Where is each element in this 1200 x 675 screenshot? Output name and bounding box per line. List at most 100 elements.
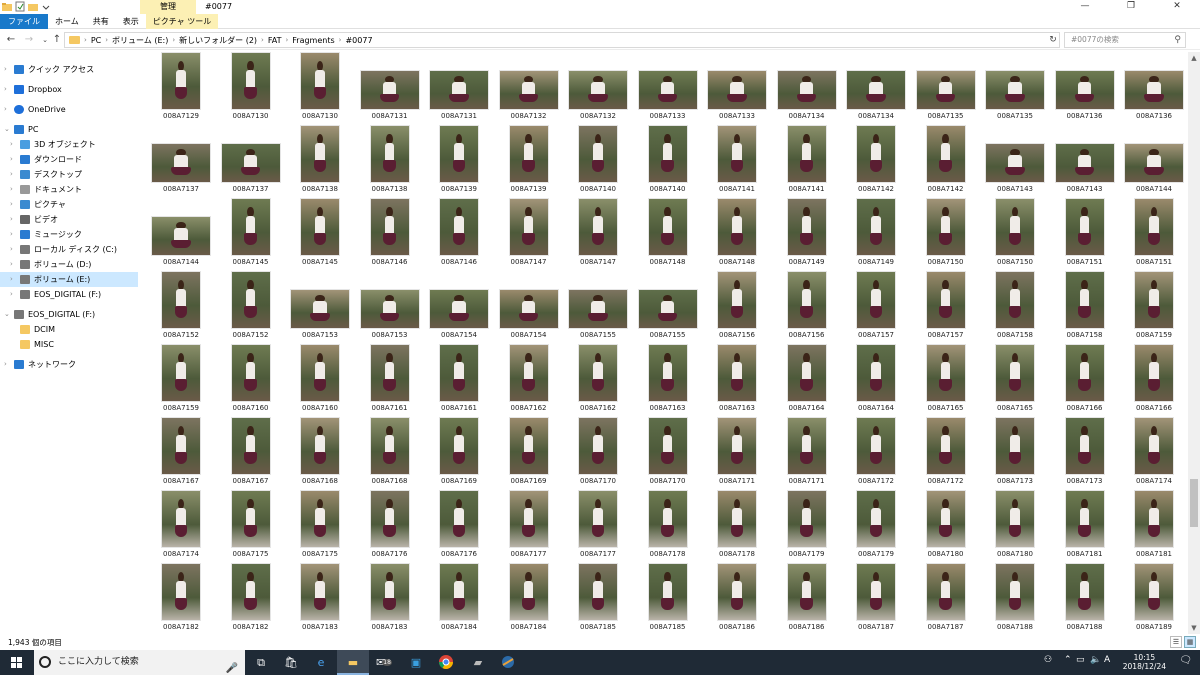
file-tile[interactable]: 008A7170	[636, 417, 700, 487]
chevron-right-icon[interactable]: ›	[10, 242, 13, 257]
file-tile[interactable]: 008A7187	[844, 563, 908, 633]
file-tile[interactable]: 008A7141	[775, 125, 839, 195]
refresh-icon[interactable]: ↻	[1046, 32, 1060, 48]
windows-start-icon[interactable]	[0, 650, 34, 675]
photo-app-icon[interactable]: ▰	[462, 650, 494, 675]
chevron-right-icon[interactable]: ›	[10, 152, 13, 167]
file-tile[interactable]: 008A7167	[219, 417, 283, 487]
breadcrumb-fat[interactable]: FAT	[268, 36, 282, 45]
file-tile[interactable]: 008A7137	[219, 125, 283, 195]
file-tile[interactable]: 008A7155	[636, 271, 700, 341]
breadcrumb-new-folder[interactable]: 新しいフォルダー (2)	[179, 35, 257, 46]
scroll-up-icon[interactable]: ▲	[1188, 52, 1200, 64]
file-tile[interactable]: 008A7172	[914, 417, 978, 487]
file-tile[interactable]: 008A7162	[497, 344, 561, 414]
file-tile[interactable]: 008A7152	[149, 271, 213, 341]
chevron-right-icon[interactable]: ›	[10, 212, 13, 227]
file-tile[interactable]: 008A7178	[636, 490, 700, 560]
file-tile[interactable]: 008A7176	[427, 490, 491, 560]
chevron-right-icon[interactable]: ›	[10, 182, 13, 197]
file-tile[interactable]: 008A7132	[497, 52, 561, 122]
file-tile[interactable]: 008A7169	[427, 417, 491, 487]
nav-item-9[interactable]: › ビデオ	[0, 212, 138, 227]
file-tile[interactable]: 008A7140	[636, 125, 700, 195]
scroll-down-icon[interactable]: ▼	[1188, 622, 1200, 634]
file-tile[interactable]: 008A7153	[288, 271, 352, 341]
file-tile[interactable]: 008A7180	[914, 490, 978, 560]
file-tile[interactable]: 008A7180	[983, 490, 1047, 560]
nav-item-17[interactable]: MISC	[0, 337, 138, 352]
breadcrumb-pc[interactable]: PC	[91, 36, 101, 45]
file-tile[interactable]: 008A7171	[705, 417, 769, 487]
file-tile[interactable]: 008A7160	[288, 344, 352, 414]
file-tile[interactable]: 008A7174	[1122, 417, 1186, 487]
file-tile[interactable]: 008A7146	[427, 198, 491, 268]
file-tile[interactable]: 008A7147	[497, 198, 561, 268]
folder-icon[interactable]	[2, 1, 12, 12]
clock[interactable]: 10:15 2018/12/24	[1123, 653, 1166, 671]
nav-item-16[interactable]: DCIM	[0, 322, 138, 337]
volume-icon[interactable]: 🔈	[1090, 655, 1101, 665]
file-tile[interactable]: 008A7165	[983, 344, 1047, 414]
file-tile[interactable]: 008A7135	[983, 52, 1047, 122]
scroll-thumb[interactable]	[1190, 479, 1198, 527]
file-tile[interactable]: 008A7145	[219, 198, 283, 268]
file-tile[interactable]: 008A7142	[914, 125, 978, 195]
file-tile[interactable]: 008A7178	[705, 490, 769, 560]
file-tile[interactable]: 008A7133	[636, 52, 700, 122]
file-tile[interactable]: 008A7163	[636, 344, 700, 414]
nav-item-3[interactable]: ⌄ PC	[0, 122, 138, 137]
ime-indicator[interactable]: A	[1104, 655, 1110, 665]
file-tile[interactable]: 008A7186	[705, 563, 769, 633]
file-tile[interactable]: 008A7175	[219, 490, 283, 560]
file-tile[interactable]: 008A7187	[914, 563, 978, 633]
file-tile[interactable]: 008A7155	[566, 271, 630, 341]
file-tile[interactable]: 008A7152	[219, 271, 283, 341]
file-tile[interactable]: 008A7150	[983, 198, 1047, 268]
file-tile[interactable]: 008A7133	[705, 52, 769, 122]
file-tile[interactable]: 008A7170	[566, 417, 630, 487]
chevron-right-icon[interactable]: ›	[10, 272, 13, 287]
file-tile[interactable]: 008A7148	[705, 198, 769, 268]
tab-picture-tools[interactable]: ピクチャ ツール	[145, 14, 219, 29]
network-tray-icon[interactable]: ▭	[1076, 655, 1085, 665]
remote-desktop-icon[interactable]: ▣	[400, 650, 432, 675]
file-tile[interactable]: 008A7168	[358, 417, 422, 487]
file-tile[interactable]: 008A7140	[566, 125, 630, 195]
file-tile[interactable]: 008A7142	[844, 125, 908, 195]
tab-file[interactable]: ファイル	[0, 14, 48, 29]
tab-home[interactable]: ホーム	[48, 14, 86, 29]
file-tile[interactable]: 008A7160	[219, 344, 283, 414]
file-tile[interactable]: 008A7144	[1122, 125, 1186, 195]
file-tile[interactable]: 008A7159	[1122, 271, 1186, 341]
breadcrumb-fragments[interactable]: Fragments	[292, 36, 334, 45]
file-tile[interactable]: 008A7183	[288, 563, 352, 633]
file-tile[interactable]: 008A7185	[566, 563, 630, 633]
file-tile[interactable]: 008A7183	[358, 563, 422, 633]
file-tile[interactable]: 008A7179	[775, 490, 839, 560]
file-explorer-taskbar-icon[interactable]: ▬	[337, 650, 369, 675]
file-tile[interactable]: 008A7136	[1122, 52, 1186, 122]
chevron-right-icon[interactable]: ›	[10, 197, 13, 212]
chrome-icon[interactable]	[430, 650, 462, 675]
mail-icon[interactable]: ✉18	[368, 650, 400, 675]
back-arrow-icon[interactable]: ←	[4, 33, 18, 47]
file-tile[interactable]: 008A7139	[427, 125, 491, 195]
file-tile[interactable]: 008A7165	[914, 344, 978, 414]
properties-icon[interactable]	[15, 1, 25, 12]
details-view-icon[interactable]: ☰	[1170, 636, 1182, 648]
up-arrow-icon[interactable]: ↑	[50, 33, 64, 47]
file-tile[interactable]: 008A7135	[914, 52, 978, 122]
search-input[interactable]: #0077の検索 ⚲	[1064, 32, 1186, 48]
file-tile[interactable]: 008A7151	[1053, 198, 1117, 268]
file-tile[interactable]: 008A7174	[149, 490, 213, 560]
file-tile[interactable]: 008A7157	[914, 271, 978, 341]
address-bar[interactable]: › PC › ボリューム (E:) › 新しいフォルダー (2) › FAT ›…	[64, 32, 1060, 48]
file-tile[interactable]: 008A7161	[358, 344, 422, 414]
nav-item-6[interactable]: › デスクトップ	[0, 167, 138, 182]
file-tile[interactable]: 008A7137	[149, 125, 213, 195]
file-tile[interactable]: 008A7141	[705, 125, 769, 195]
show-hidden-icons-icon[interactable]: ⌃	[1064, 655, 1072, 665]
file-tile[interactable]: 008A7176	[358, 490, 422, 560]
file-tile[interactable]: 008A7172	[844, 417, 908, 487]
